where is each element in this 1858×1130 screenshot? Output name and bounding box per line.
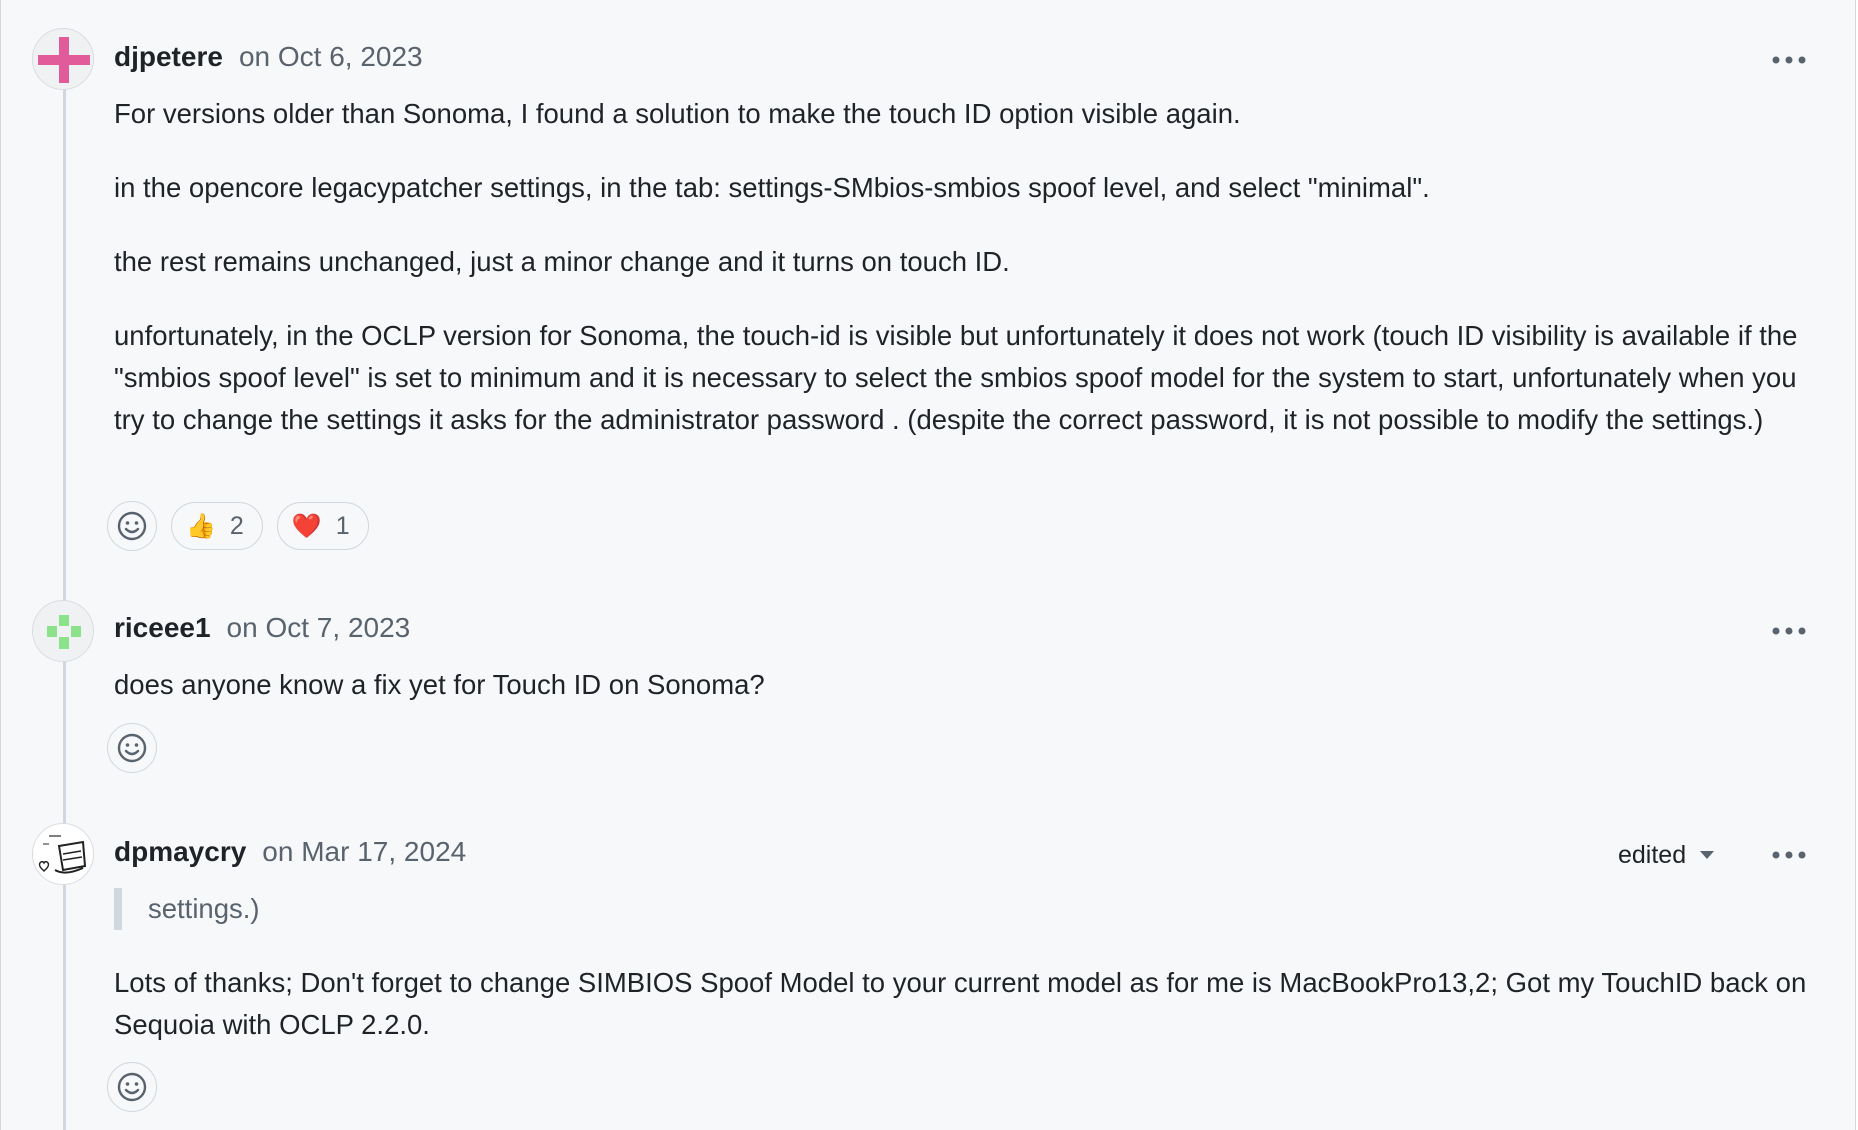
smiley-icon	[117, 511, 147, 541]
author-link[interactable]: djpetere	[114, 41, 223, 73]
comment-header: riceee1 on Oct 7, 2023	[114, 608, 410, 648]
kebab-horizontal-icon	[1772, 56, 1806, 64]
comment-paragraph: in the opencore legacypatcher settings, …	[114, 172, 1430, 203]
comment-paragraph: For versions older than Sonoma, I found …	[114, 98, 1241, 129]
identicon-image	[38, 37, 90, 83]
discussion-panel: djpetere on Oct 6, 2023 For versions old…	[0, 0, 1856, 1130]
avatar[interactable]	[32, 823, 94, 885]
reaction-count: 2	[229, 511, 244, 540]
author-link[interactable]: dpmaycry	[114, 836, 246, 868]
avatar[interactable]	[32, 28, 94, 90]
reactions-bar: 👍 2 ❤️ 1	[107, 501, 383, 551]
heart-icon: ❤️	[291, 512, 322, 540]
comment-header: dpmaycry on Mar 17, 2024	[114, 832, 466, 872]
reaction-thumbs-up-button[interactable]: 👍 2	[171, 502, 263, 550]
comment-header: djpetere on Oct 6, 2023	[114, 37, 423, 77]
blockquote: settings.)	[114, 888, 1814, 930]
reaction-heart-button[interactable]: ❤️ 1	[276, 502, 369, 550]
edited-label: edited	[1618, 840, 1687, 869]
avatar[interactable]	[32, 600, 94, 662]
thumbs-up-icon: 👍	[186, 512, 216, 540]
comment-paragraph: the rest remains unchanged, just a minor…	[114, 246, 1010, 277]
add-reaction-button[interactable]	[107, 1062, 157, 1112]
edited-history-dropdown[interactable]: edited	[1618, 835, 1715, 875]
thread-timeline	[63, 60, 66, 1130]
reaction-count: 1	[335, 511, 350, 540]
comment-options-button[interactable]	[1767, 839, 1811, 871]
kebab-horizontal-icon	[1772, 851, 1806, 859]
timestamp-link[interactable]: on Oct 7, 2023	[227, 612, 411, 644]
author-link[interactable]: riceee1	[114, 612, 211, 644]
comment-paragraph: Lots of thanks; Don't forget to change S…	[114, 967, 1807, 1040]
smiley-icon	[117, 733, 147, 763]
comment-body: For versions older than Sonoma, I found …	[114, 93, 1814, 473]
timestamp-link[interactable]: on Oct 6, 2023	[239, 41, 423, 73]
comment-body: does anyone know a fix yet for Touch ID …	[114, 664, 1814, 738]
comment-options-button[interactable]	[1767, 615, 1811, 647]
smiley-icon	[117, 1072, 147, 1102]
add-reaction-button[interactable]	[107, 723, 157, 773]
comment-options-button[interactable]	[1767, 44, 1811, 76]
comment-paragraph: does anyone know a fix yet for Touch ID …	[114, 669, 765, 700]
comment-paragraph: unfortunately, in the OCLP version for S…	[114, 320, 1798, 435]
reactions-bar	[107, 1062, 171, 1112]
comment-body: settings.) Lots of thanks; Don't forget …	[114, 888, 1814, 1078]
reactions-bar	[107, 723, 171, 773]
add-reaction-button[interactable]	[107, 501, 157, 551]
timestamp-link[interactable]: on Mar 17, 2024	[262, 836, 466, 868]
cartoon-avatar-image	[38, 835, 87, 874]
identicon-image	[47, 615, 81, 649]
kebab-horizontal-icon	[1772, 627, 1806, 635]
triangle-down-icon	[1700, 851, 1715, 859]
